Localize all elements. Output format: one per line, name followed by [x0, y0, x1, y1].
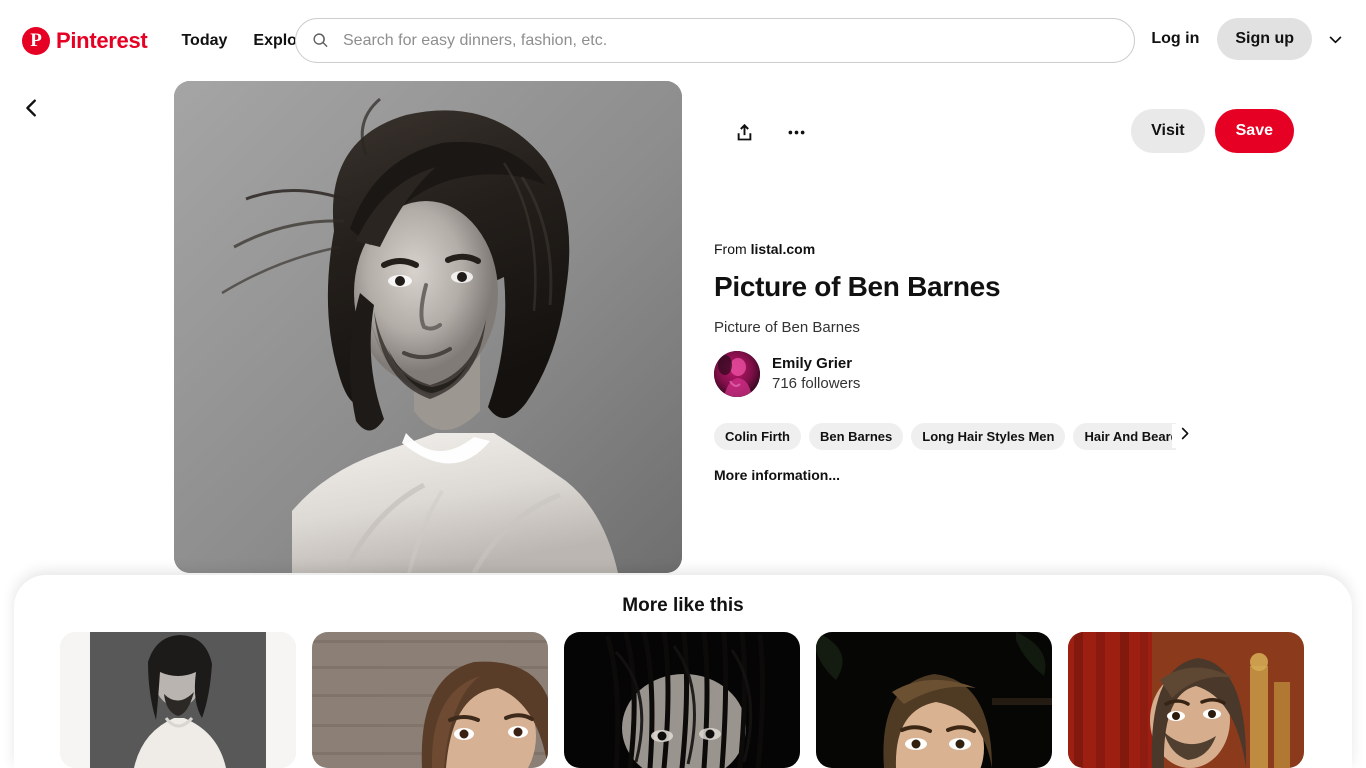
creator-followers: 716 followers [772, 375, 861, 392]
related-pin-thumbnail[interactable] [1068, 632, 1304, 768]
pinterest-pin-page: P Pinterest Today Explore Log in Sign up [0, 0, 1366, 768]
search-icon [312, 32, 329, 49]
pin-source-domain[interactable]: listal.com [751, 241, 816, 257]
tag-chip[interactable]: Ben Barnes [809, 422, 904, 450]
pin-tags: Colin Firth Ben Barnes Long Hair Styles … [714, 422, 1176, 450]
pin-title: Picture of Ben Barnes [714, 271, 1001, 302]
more-like-this-grid [14, 632, 1352, 768]
more-information-link[interactable]: More information... [714, 467, 840, 483]
share-button[interactable] [724, 115, 764, 155]
login-button[interactable]: Log in [1137, 18, 1213, 60]
creator-info: Emily Grier 716 followers [772, 354, 860, 395]
visit-button[interactable]: Visit [1131, 109, 1205, 153]
pinterest-logo-letter: P [30, 29, 42, 51]
related-pin-thumbnail[interactable] [312, 632, 548, 768]
share-icon [734, 122, 755, 148]
site-header: P Pinterest Today Explore Log in Sign up [0, 0, 1366, 81]
more-like-this-title: More like this [622, 595, 744, 616]
back-button[interactable] [14, 92, 50, 128]
pin-action-row [714, 109, 1174, 161]
pin-description: Picture of Ben Barnes [714, 319, 860, 336]
search-bar[interactable] [295, 18, 1135, 63]
tag-chip[interactable]: Long Hair Styles Men [911, 422, 1066, 450]
tag-chip[interactable]: Colin Firth [714, 422, 801, 450]
tags-next-button[interactable] [1172, 424, 1196, 448]
pin-detail-area: Visit Save From listal.com Picture of Be… [0, 81, 1366, 575]
pin-source: From listal.com [714, 241, 815, 257]
pinterest-logo[interactable]: P Pinterest [22, 26, 148, 55]
tag-chip[interactable]: Hair And Beard Styles [1073, 422, 1176, 450]
pin-primary-actions: Visit Save [1131, 109, 1294, 153]
chevron-left-icon [21, 97, 43, 124]
more-like-this-panel: More like this [14, 575, 1352, 768]
pinterest-logo-icon: P [22, 26, 50, 55]
pin-hero-image[interactable] [174, 81, 682, 573]
pin-more-options-button[interactable] [776, 115, 816, 155]
signup-button[interactable]: Sign up [1217, 18, 1312, 60]
pin-creator[interactable]: Emily Grier 716 followers [714, 351, 860, 397]
chevron-right-icon [1177, 426, 1192, 446]
chevron-down-icon[interactable] [1318, 22, 1352, 56]
avatar [714, 351, 760, 397]
creator-name: Emily Grier [772, 354, 853, 372]
related-pin-thumbnail[interactable] [60, 632, 296, 768]
header-actions: Log in Sign up [1137, 18, 1352, 60]
save-button[interactable]: Save [1214, 109, 1294, 153]
search-input[interactable] [341, 30, 1118, 51]
pin-detail-column: Visit Save From listal.com Picture of Be… [714, 81, 1334, 573]
related-pin-thumbnail[interactable] [816, 632, 1052, 768]
nav-item-today[interactable]: Today [181, 32, 227, 50]
related-pin-thumbnail[interactable] [564, 632, 800, 768]
ellipsis-icon [786, 122, 807, 148]
pin-source-prefix: From [714, 241, 751, 257]
pinterest-wordmark: Pinterest [56, 27, 148, 53]
